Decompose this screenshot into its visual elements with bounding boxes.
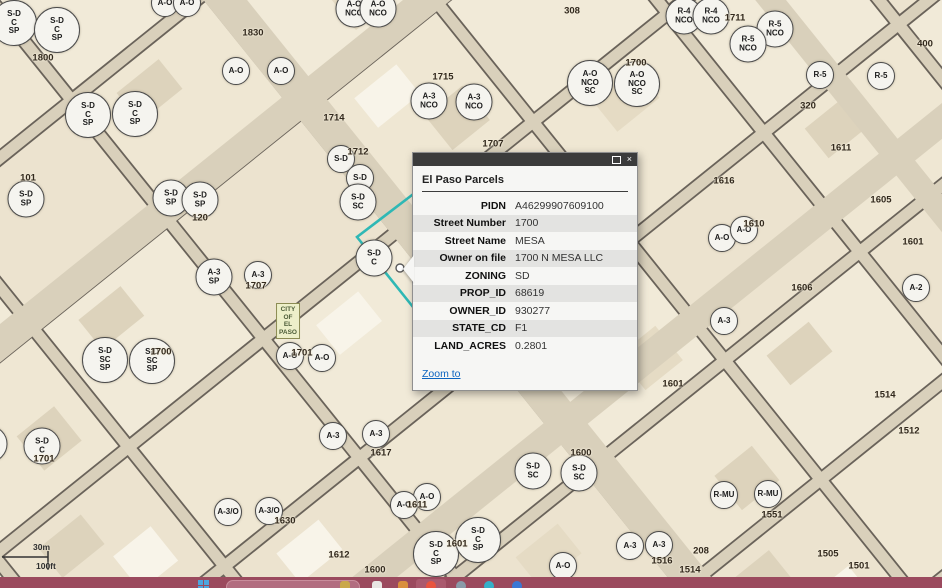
- maximize-icon[interactable]: [612, 156, 621, 164]
- popup-field-value: 1700 N MESA LLC: [513, 252, 637, 264]
- popup-field-value: SD: [513, 270, 637, 282]
- screen: CITYOFELPASO 30m 100ft S-DCSPS-DCSPS-DCS…: [0, 0, 942, 588]
- popup-field-label: Owner on file: [413, 252, 513, 264]
- taskbar-app-4[interactable]: [426, 581, 436, 588]
- popup-field-label: LAND_ACRES: [413, 340, 513, 352]
- popup-field-row: LAND_ACRES0.2801: [413, 337, 637, 355]
- parcel-popup: × El Paso Parcels PIDNA46299907609100Str…: [412, 152, 638, 391]
- popup-field-row: PIDNA46299907609100: [413, 197, 637, 215]
- popup-field-value: 68619: [513, 287, 637, 299]
- taskbar-app-7[interactable]: [512, 581, 522, 588]
- popup-titlebar[interactable]: ×: [413, 153, 637, 166]
- taskbar-app-6[interactable]: [484, 581, 494, 588]
- popup-field-row: ZONINGSD: [413, 267, 637, 285]
- popup-field-label: STATE_CD: [413, 322, 513, 334]
- popup-field-row: OWNER_ID930277: [413, 302, 637, 320]
- taskbar-app-2[interactable]: [372, 581, 382, 588]
- popup-field-row: STATE_CDF1: [413, 320, 637, 338]
- popup-field-label: ZONING: [413, 270, 513, 282]
- popup-field-row: Street NameMESA: [413, 232, 637, 250]
- popup-field-label: Street Name: [413, 235, 513, 247]
- popup-field-value: 1700: [513, 217, 637, 229]
- taskbar-app-5[interactable]: [456, 581, 466, 588]
- close-icon[interactable]: ×: [627, 155, 632, 164]
- taskbar: [0, 577, 942, 588]
- popup-field-label: PIDN: [413, 200, 513, 212]
- taskbar-app-1[interactable]: [340, 581, 350, 588]
- taskbar-app-3[interactable]: [398, 581, 408, 588]
- popup-field-table: PIDNA46299907609100Street Number1700Stre…: [413, 197, 637, 355]
- zoom-to-link[interactable]: Zoom to: [422, 368, 461, 380]
- popup-divider: [422, 191, 628, 192]
- popup-tail: [403, 255, 414, 283]
- popup-title: El Paso Parcels: [413, 166, 637, 191]
- popup-field-value: 930277: [513, 305, 637, 317]
- popup-field-value: MESA: [513, 235, 637, 247]
- popup-field-value: 0.2801: [513, 340, 637, 352]
- start-button[interactable]: [198, 580, 209, 588]
- popup-field-row: Street Number1700: [413, 215, 637, 233]
- popup-field-value: A46299907609100: [513, 200, 637, 212]
- popup-field-label: PROP_ID: [413, 287, 513, 299]
- popup-field-row: PROP_ID68619: [413, 285, 637, 303]
- popup-field-row: Owner on file1700 N MESA LLC: [413, 250, 637, 268]
- popup-field-value: F1: [513, 322, 637, 334]
- scale-bar: [2, 551, 48, 570]
- popup-field-label: OWNER_ID: [413, 305, 513, 317]
- popup-field-label: Street Number: [413, 217, 513, 229]
